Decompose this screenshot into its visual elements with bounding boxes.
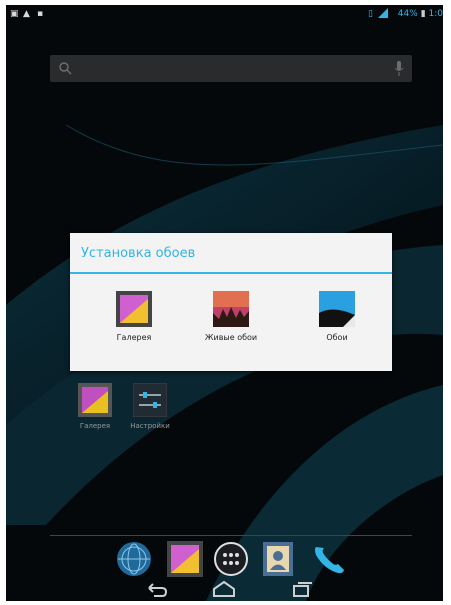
option-label: Галерея bbox=[116, 333, 152, 342]
home-shortcut-settings[interactable]: Настройки bbox=[125, 383, 175, 430]
option-label: Живые обои bbox=[204, 333, 258, 342]
mic-icon[interactable] bbox=[394, 61, 404, 76]
signal-icon bbox=[378, 8, 388, 18]
search-bar[interactable] bbox=[50, 55, 412, 82]
gallery-icon[interactable] bbox=[167, 541, 203, 577]
browser-icon[interactable] bbox=[116, 541, 152, 577]
home-shortcut-label: Настройки bbox=[130, 422, 170, 430]
dialog-divider bbox=[70, 272, 392, 274]
gallery-icon bbox=[78, 383, 112, 417]
screenshot-icon: ▣ bbox=[10, 9, 19, 19]
phone-icon[interactable] bbox=[310, 541, 346, 577]
warning-icon: ▲ bbox=[23, 9, 30, 19]
all-apps-icon[interactable] bbox=[213, 541, 249, 577]
option-live-wallpapers[interactable]: Живые обои bbox=[186, 291, 276, 361]
back-icon[interactable] bbox=[148, 583, 168, 597]
dialog-title: Установка обоев bbox=[81, 246, 196, 261]
live-wallpapers-icon bbox=[213, 291, 249, 327]
navigation-bar bbox=[148, 580, 312, 597]
clock: 1:0 bbox=[428, 9, 443, 19]
settings-icon bbox=[133, 383, 167, 417]
vibrate-icon: ▯ bbox=[368, 9, 373, 19]
gallery-icon bbox=[116, 291, 152, 327]
option-wallpapers[interactable]: Обои bbox=[292, 291, 382, 361]
dock-divider bbox=[50, 535, 412, 536]
home-icon[interactable] bbox=[213, 580, 235, 597]
battery-percent: 44% bbox=[397, 9, 418, 19]
status-bar: ▣ ▲ ▪ ▯ 44% ▮ 1:0 bbox=[6, 5, 443, 25]
tablet-screen: ▣ ▲ ▪ ▯ 44% ▮ 1:0 Галерея Настройки Уста… bbox=[6, 5, 443, 601]
option-label: Обои bbox=[326, 333, 348, 342]
wallpapers-icon bbox=[319, 291, 355, 327]
contacts-icon[interactable] bbox=[261, 541, 297, 577]
wallpaper-chooser-dialog: Установка обоев Галерея Живые обои Обои bbox=[70, 233, 392, 371]
battery-icon: ▮ bbox=[420, 9, 426, 19]
home-shortcut-gallery[interactable]: Галерея bbox=[70, 383, 120, 430]
home-shortcut-label: Галерея bbox=[79, 422, 111, 430]
search-icon[interactable] bbox=[58, 61, 72, 75]
option-gallery[interactable]: Галерея bbox=[89, 291, 179, 361]
recent-apps-icon[interactable] bbox=[293, 582, 312, 597]
lock-icon: ▪ bbox=[37, 9, 44, 19]
